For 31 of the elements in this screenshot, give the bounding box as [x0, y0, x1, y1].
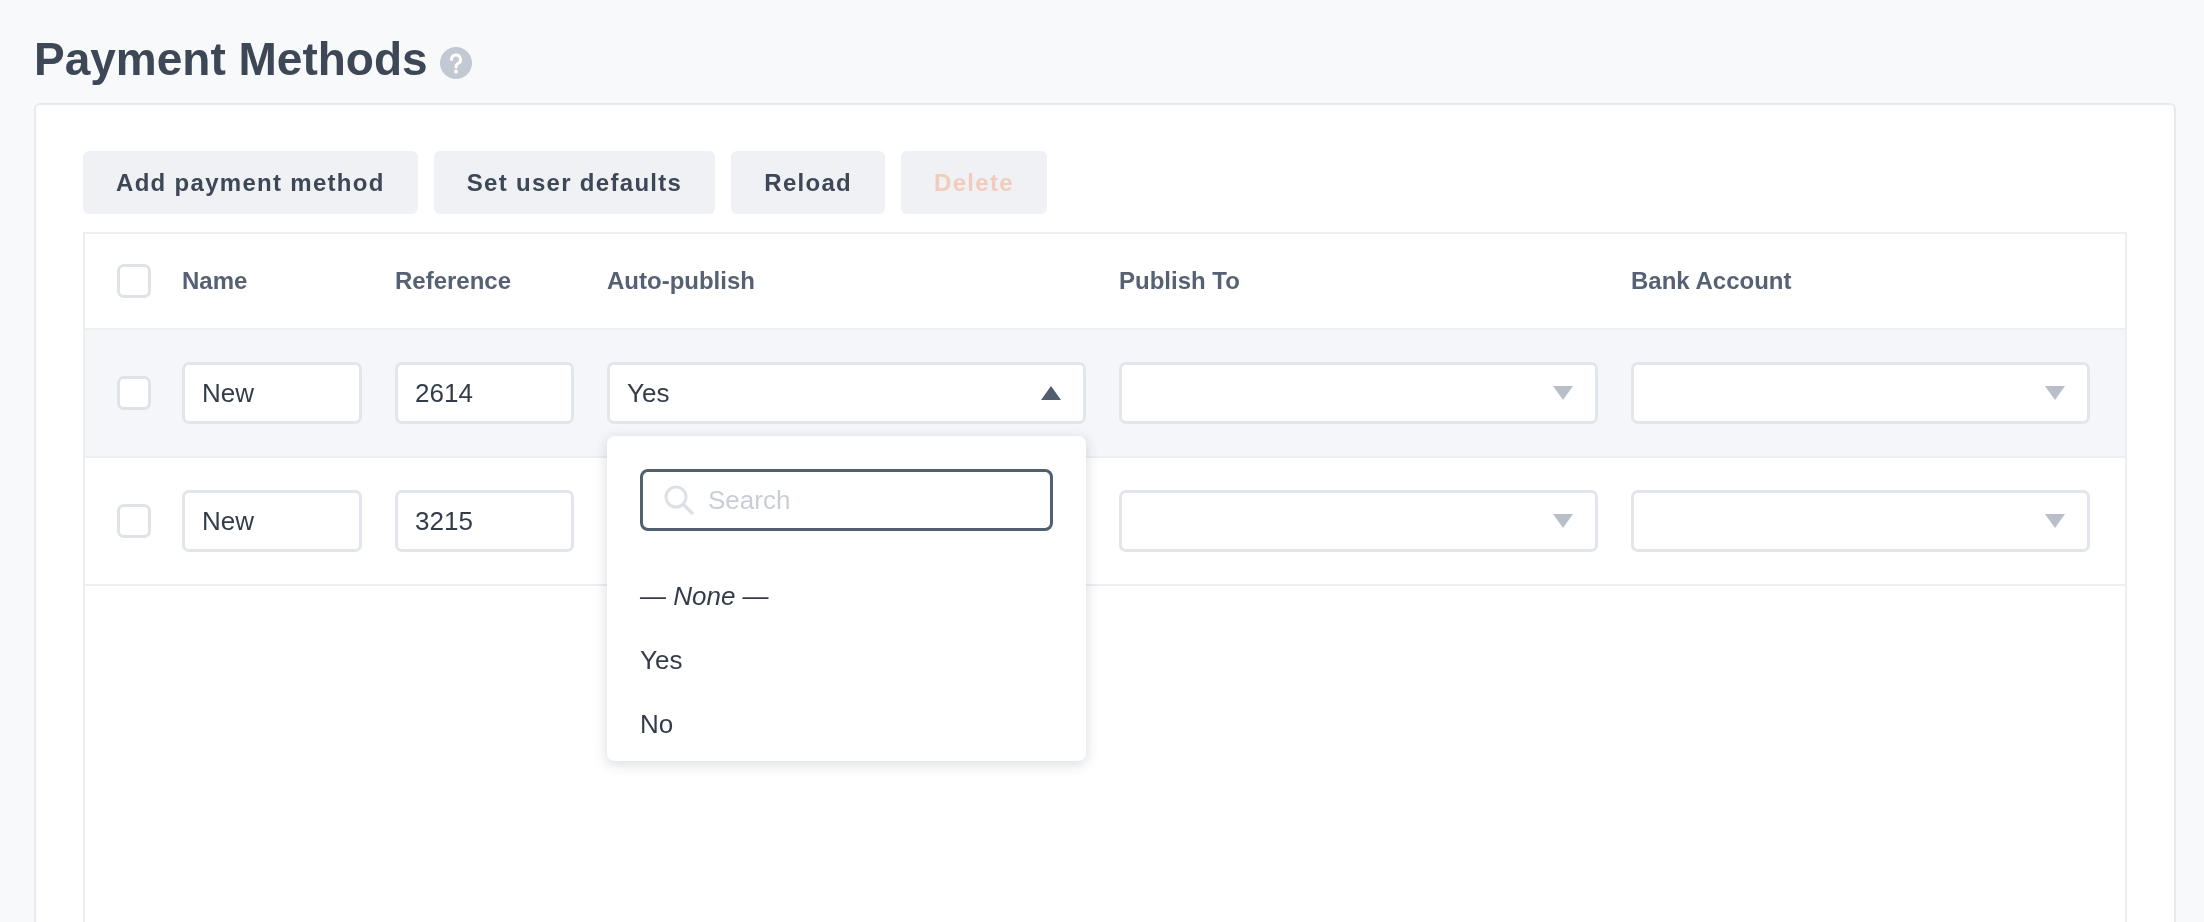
column-header: Bank Account: [1631, 267, 1792, 294]
publish-to-select[interactable]: [1119, 490, 1598, 552]
column-header: Reference: [395, 267, 512, 294]
select-all-checkbox[interactable]: [117, 264, 151, 298]
caret-down-icon: [1553, 514, 1573, 528]
reference-field[interactable]: 3215: [395, 490, 574, 552]
dropdown-option[interactable]: Yes: [640, 643, 683, 677]
search-icon: [663, 484, 695, 516]
bank-account-select[interactable]: [1631, 490, 2090, 552]
column-header: Name: [182, 267, 248, 294]
page-title: Payment Methods: [34, 32, 428, 87]
column-header: Auto-publish: [607, 267, 755, 294]
caret-down-icon: [2045, 386, 2065, 400]
reference-field[interactable]: 2614: [395, 362, 574, 424]
column-header: Publish To: [1119, 267, 1240, 294]
dropdown-option[interactable]: No: [640, 707, 674, 741]
caret-up-icon: [1041, 386, 1061, 400]
bank-account-select[interactable]: [1631, 362, 2090, 424]
dropdown-option[interactable]: — None —: [640, 579, 769, 613]
row-checkbox[interactable]: [117, 504, 151, 538]
auto-publish-select[interactable]: Yes: [607, 362, 1086, 424]
row-checkbox[interactable]: [117, 376, 151, 410]
help-icon[interactable]: [439, 47, 472, 79]
publish-to-select[interactable]: [1119, 362, 1598, 424]
name-field[interactable]: New: [182, 490, 362, 552]
caret-down-icon: [1553, 386, 1573, 400]
caret-down-icon: [2045, 514, 2065, 528]
toolbar-button[interactable]: Add payment method: [83, 151, 418, 214]
toolbar-button[interactable]: Set user defaults: [433, 151, 716, 214]
toolbar-button[interactable]: Reload: [731, 151, 886, 214]
name-field[interactable]: New: [182, 362, 362, 424]
